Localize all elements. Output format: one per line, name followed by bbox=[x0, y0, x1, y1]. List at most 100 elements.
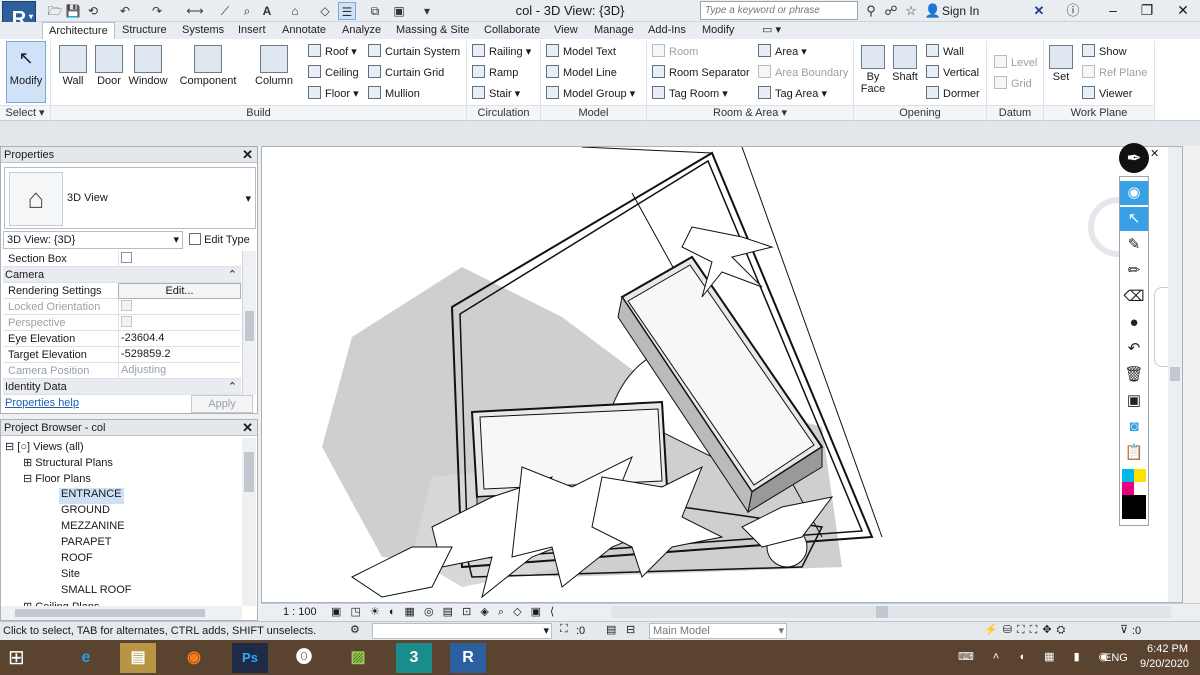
filter-icon[interactable]: ⊽ bbox=[1120, 623, 1128, 636]
revit-icon[interactable]: R bbox=[450, 643, 486, 673]
view-control-icons[interactable]: ▣ ◳ ☀ ◐ ▦ ◎ ▤ ⊡ ◈ ⌕ ◇ ▣ ⟨ bbox=[331, 605, 557, 619]
binoculars-icon[interactable]: ⚲ bbox=[862, 2, 880, 20]
tree-item-small-roof[interactable]: SMALL ROOF bbox=[61, 584, 132, 600]
status-tool-icons[interactable]: ⚡⛁⛶⛶✥⛭ bbox=[984, 623, 1070, 637]
edit-type-button[interactable]: Edit Type bbox=[187, 231, 252, 249]
by-face-button[interactable]: By Face bbox=[858, 41, 888, 103]
save-icon[interactable]: 💾 bbox=[64, 2, 82, 20]
panel-select[interactable]: Select ▾ bbox=[0, 105, 50, 120]
component-button[interactable]: Component bbox=[176, 41, 240, 103]
favorites-star-icon[interactable]: ☆ bbox=[902, 2, 920, 20]
tab-collaborate[interactable]: Collaborate bbox=[478, 22, 546, 39]
open-icon[interactable]: 🗁 bbox=[46, 2, 64, 20]
railing-button[interactable]: Railing ▾ bbox=[472, 42, 531, 62]
modify-button[interactable]: ↖ Modify bbox=[6, 41, 46, 103]
thin-lines-icon[interactable]: ☰ bbox=[338, 2, 356, 20]
autodesk-app-icon[interactable]: ✕ bbox=[1030, 2, 1048, 20]
tab-view[interactable]: View bbox=[548, 22, 584, 39]
pen-tool-icon[interactable]: ✒ bbox=[1119, 143, 1149, 173]
model-text-button[interactable]: Model Text bbox=[546, 42, 616, 62]
tag-area-button[interactable]: Tag Area ▾ bbox=[758, 84, 827, 104]
design-model-dropdown[interactable]: Main Model ▾ bbox=[649, 623, 787, 639]
workset-icon[interactable]: ⚙ bbox=[350, 623, 360, 636]
system-tray-icons[interactable]: ⌨ ˄ ◖ ▦ ▮ ◉ bbox=[958, 650, 1116, 663]
help-icon[interactable]: ⓘ bbox=[1064, 2, 1082, 20]
set-work-plane-button[interactable]: Set bbox=[1046, 41, 1076, 103]
tree-item-ground[interactable]: GROUND bbox=[61, 504, 110, 520]
rendering-edit-button[interactable]: Edit... bbox=[118, 283, 241, 299]
dimension-icon[interactable]: ⟋ bbox=[216, 2, 234, 20]
design-options-icon[interactable]: ▤ bbox=[606, 623, 616, 636]
pencil-icon[interactable]: ✏ bbox=[1120, 259, 1148, 283]
eye-icon[interactable]: ◉ bbox=[1120, 181, 1148, 205]
tab-massing-site[interactable]: Massing & Site bbox=[390, 22, 475, 39]
section-box-checkbox[interactable] bbox=[121, 252, 132, 263]
tab-manage[interactable]: Manage bbox=[588, 22, 640, 39]
tab-modify[interactable]: Modify bbox=[696, 22, 740, 39]
measure-icon[interactable]: ⟷ bbox=[186, 2, 204, 20]
curtain-grid-button[interactable]: Curtain Grid bbox=[368, 63, 444, 83]
view-close-icon[interactable]: ✕ bbox=[1150, 147, 1170, 167]
prop-group-identity-data[interactable]: Identity Data ⌃ bbox=[3, 379, 241, 395]
subscription-icon[interactable]: ☍ bbox=[882, 2, 900, 20]
wall-opening-button[interactable]: Wall bbox=[926, 42, 964, 62]
tag-icon[interactable]: ⌕ bbox=[238, 2, 256, 20]
tab-add-ins[interactable]: Add-Ins bbox=[642, 22, 692, 39]
roof-button[interactable]: Roof ▾ bbox=[308, 42, 357, 62]
clock[interactable]: 6:42 PM 9/20/2020 bbox=[1140, 643, 1189, 670]
tab-analyze[interactable]: Analyze bbox=[336, 22, 387, 39]
vertical-opening-button[interactable]: Vertical bbox=[926, 63, 979, 83]
level-button[interactable]: Level bbox=[994, 53, 1037, 73]
file-explorer-icon[interactable]: ▤ bbox=[120, 643, 156, 673]
photoshop-icon[interactable]: Ps bbox=[232, 643, 268, 673]
close-hidden-icon[interactable]: ⧉ bbox=[366, 2, 384, 20]
viewer-button[interactable]: Viewer bbox=[1082, 84, 1132, 104]
firefox-icon[interactable]: ◉ bbox=[176, 643, 212, 673]
wall-button[interactable]: Wall bbox=[56, 41, 90, 103]
ceiling-button[interactable]: Ceiling bbox=[308, 63, 359, 83]
dormer-button[interactable]: Dormer bbox=[926, 84, 980, 104]
dot-icon[interactable]: ● bbox=[1120, 311, 1148, 335]
view-scale[interactable]: 1 : 100 bbox=[283, 606, 317, 618]
tab-systems[interactable]: Systems bbox=[176, 22, 230, 39]
sketchup-icon[interactable]: ⓿ bbox=[286, 643, 322, 673]
tree-floor-plans[interactable]: ⊟ Floor Plans bbox=[23, 472, 91, 488]
3d-viewport[interactable]: ❐ ✕ bbox=[261, 146, 1183, 603]
browser-vscrollbar[interactable] bbox=[242, 438, 256, 606]
properties-help-link[interactable]: Properties help bbox=[5, 397, 79, 409]
tab-architecture[interactable]: Architecture bbox=[42, 22, 115, 39]
close-browser-icon[interactable]: ✕ bbox=[242, 420, 253, 436]
door-button[interactable]: Door bbox=[92, 41, 126, 103]
show-work-plane-button[interactable]: Show bbox=[1082, 42, 1127, 62]
chevron-down-icon[interactable]: ▾ bbox=[245, 192, 251, 205]
tree-structural-plans[interactable]: ⊞ Structural Plans bbox=[23, 456, 113, 472]
tab-structure[interactable]: Structure bbox=[116, 22, 173, 39]
3dsmax-icon[interactable]: 3 bbox=[396, 643, 432, 673]
browser-hscrollbar[interactable] bbox=[1, 606, 242, 620]
grid-button[interactable]: Grid bbox=[994, 74, 1032, 94]
floor-button[interactable]: Floor ▾ bbox=[308, 84, 359, 104]
tab-annotate[interactable]: Annotate bbox=[276, 22, 332, 39]
camtasia-icon[interactable]: ▨ bbox=[340, 643, 376, 673]
board-icon[interactable]: ▣ bbox=[1120, 389, 1148, 413]
cursor-icon[interactable]: ↖ bbox=[1120, 207, 1148, 231]
close-icon[interactable]: ✕ bbox=[1166, 0, 1200, 22]
close-properties-icon[interactable]: ✕ bbox=[242, 147, 253, 163]
workset-dropdown[interactable]: ▾ bbox=[372, 623, 552, 639]
tree-item-site[interactable]: Site bbox=[61, 568, 80, 584]
undo-icon[interactable]: ↶ bbox=[116, 2, 134, 20]
tree-views-all[interactable]: ⊟ [○] Views (all) bbox=[5, 440, 84, 456]
undo-arrow-icon[interactable]: ↶ bbox=[1120, 337, 1148, 361]
camera-icon[interactable]: ◙ bbox=[1120, 415, 1148, 439]
apply-button[interactable]: Apply bbox=[191, 395, 253, 413]
type-selector[interactable]: ⌂ 3D View ▾ bbox=[4, 167, 256, 229]
redo-icon[interactable]: ↷ bbox=[148, 2, 166, 20]
qat-dropdown-icon[interactable]: ▾ bbox=[418, 2, 436, 20]
selection-filter-icon[interactable]: ⛶ bbox=[560, 623, 568, 636]
sync-icon[interactable]: ⟲ bbox=[84, 2, 102, 20]
ref-plane-button[interactable]: Ref Plane bbox=[1082, 63, 1147, 83]
viewport-hscrollbar[interactable] bbox=[611, 606, 1171, 618]
eye-elevation-field[interactable]: -23604.4 bbox=[118, 331, 241, 347]
search-input[interactable]: Type a keyword or phrase bbox=[700, 1, 858, 20]
prop-group-camera[interactable]: Camera ⌃ bbox=[3, 267, 241, 283]
